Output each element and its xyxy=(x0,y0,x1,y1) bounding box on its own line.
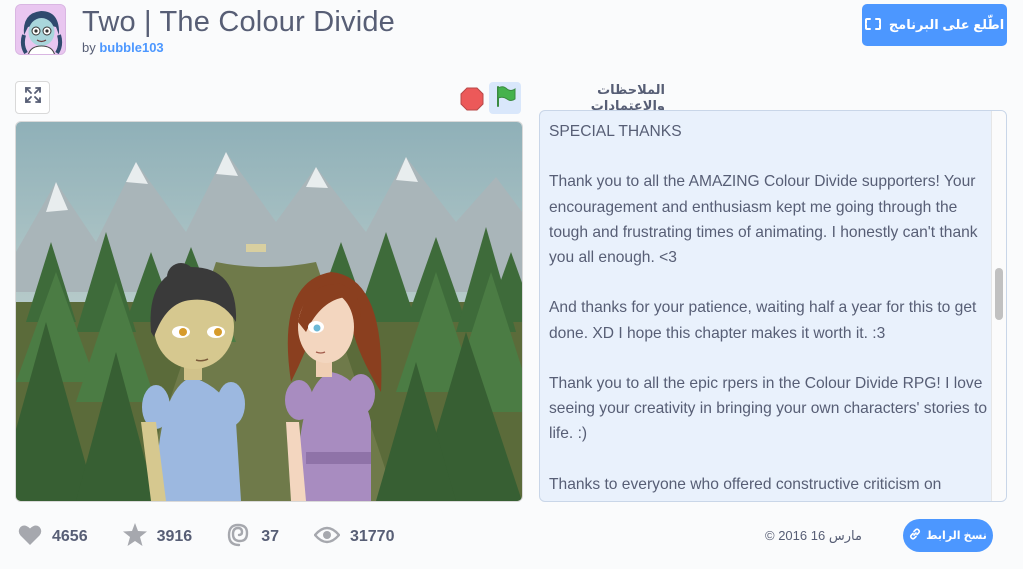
heart-icon xyxy=(18,524,52,551)
favorite-stat[interactable]: 3916 xyxy=(122,523,193,551)
remix-stat[interactable]: 37 xyxy=(227,523,279,552)
see-inside-label: اطّلع على البرنامج xyxy=(888,17,1005,32)
favorite-count: 3916 xyxy=(156,528,193,545)
love-stat[interactable]: 4656 xyxy=(18,524,88,551)
view-stat: 31770 xyxy=(313,526,395,549)
share-date: مارس 16 2016 © xyxy=(765,528,862,543)
project-stats: 4656 3916 37 31770 xyxy=(18,523,429,552)
remix-spiral-icon xyxy=(227,523,261,552)
view-count: 31770 xyxy=(349,528,395,545)
green-flag-button[interactable] xyxy=(489,82,521,114)
green-flag-icon xyxy=(494,85,516,112)
notes-panel[interactable]: SPECIAL THANKS Thank you to all the AMAZ… xyxy=(539,110,1007,502)
stop-sign-icon xyxy=(460,87,484,115)
love-count: 4656 xyxy=(52,528,88,545)
eye-icon xyxy=(313,526,350,549)
stage-scene xyxy=(16,122,522,501)
remix-count: 37 xyxy=(261,528,279,545)
copy-link-label: نسخ الرابط xyxy=(926,530,987,542)
star-icon xyxy=(122,523,157,551)
stop-button[interactable] xyxy=(460,87,484,111)
author-link[interactable]: bubble103 xyxy=(99,40,163,55)
project-title: Two | The Colour Divide xyxy=(82,6,396,38)
author-byline: by bubble103 xyxy=(82,40,164,55)
copy-link-button[interactable]: نسخ الرابط xyxy=(903,519,993,552)
notes-text: SPECIAL THANKS Thank you to all the AMAZ… xyxy=(549,123,988,493)
notes-scroll-thumb[interactable] xyxy=(995,268,1003,320)
see-inside-button[interactable]: اطّلع على البرنامج xyxy=(862,4,1007,46)
author-avatar[interactable] xyxy=(15,4,66,55)
project-stage[interactable] xyxy=(15,121,523,502)
notes-scrollbar[interactable] xyxy=(991,111,1006,501)
link-icon xyxy=(909,528,921,543)
see-inside-icon xyxy=(863,17,883,34)
fullscreen-icon xyxy=(24,87,41,108)
fullscreen-button[interactable] xyxy=(15,81,50,114)
by-label: by xyxy=(82,40,96,55)
